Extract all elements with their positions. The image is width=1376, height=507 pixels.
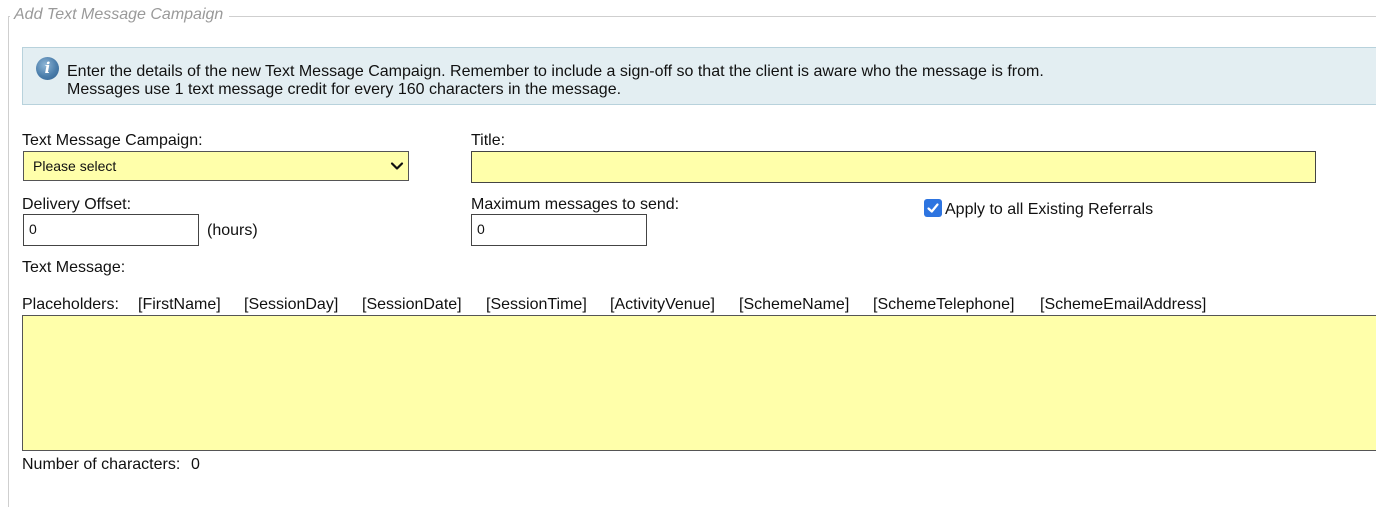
placeholder-firstname[interactable]: [FirstName] (138, 296, 221, 314)
char-count-label: Number of characters: (22, 456, 181, 473)
campaign-label: Text Message Campaign: (22, 132, 203, 149)
checkmark-icon (927, 203, 939, 213)
char-count-value: 0 (191, 456, 200, 473)
chevron-down-icon (390, 162, 404, 170)
placeholder-schemeemailaddress[interactable]: [SchemeEmailAddress] (1040, 296, 1206, 314)
info-box: i Enter the details of the new Text Mess… (22, 47, 1376, 105)
placeholder-sessiontime[interactable]: [SessionTime] (486, 296, 587, 314)
campaign-select[interactable]: Please select (23, 151, 409, 181)
placeholder-sessiondate[interactable]: [SessionDate] (362, 296, 462, 314)
fieldset-legend: Add Text Message Campaign (10, 6, 230, 24)
info-icon: i (36, 57, 59, 80)
placeholder-schemetelephone[interactable]: [SchemeTelephone] (873, 296, 1014, 314)
campaign-select-value: Please select (33, 158, 117, 174)
info-text-line-2: Messages use 1 text message credit for e… (67, 81, 622, 98)
delivery-offset-label: Delivery Offset: (22, 196, 132, 213)
placeholder-sessionday[interactable]: [SessionDay] (244, 296, 338, 314)
delivery-offset-input[interactable]: 0 (23, 214, 199, 246)
text-message-textarea[interactable] (22, 315, 1376, 451)
title-input[interactable] (471, 151, 1316, 183)
placeholder-schemename[interactable]: [SchemeName] (739, 296, 849, 314)
max-messages-label: Maximum messages to send: (471, 196, 680, 213)
apply-existing-checkbox[interactable] (924, 199, 942, 217)
delivery-offset-unit: (hours) (207, 222, 258, 239)
title-label: Title: (471, 132, 506, 149)
placeholders-label: Placeholders: (22, 296, 119, 313)
info-text-line-1: Enter the details of the new Text Messag… (67, 63, 1044, 80)
text-message-label: Text Message: (22, 259, 126, 276)
placeholder-activityvenue[interactable]: [ActivityVenue] (610, 296, 715, 314)
apply-existing-label: Apply to all Existing Referrals (945, 201, 1154, 218)
max-messages-input[interactable]: 0 (471, 214, 647, 246)
